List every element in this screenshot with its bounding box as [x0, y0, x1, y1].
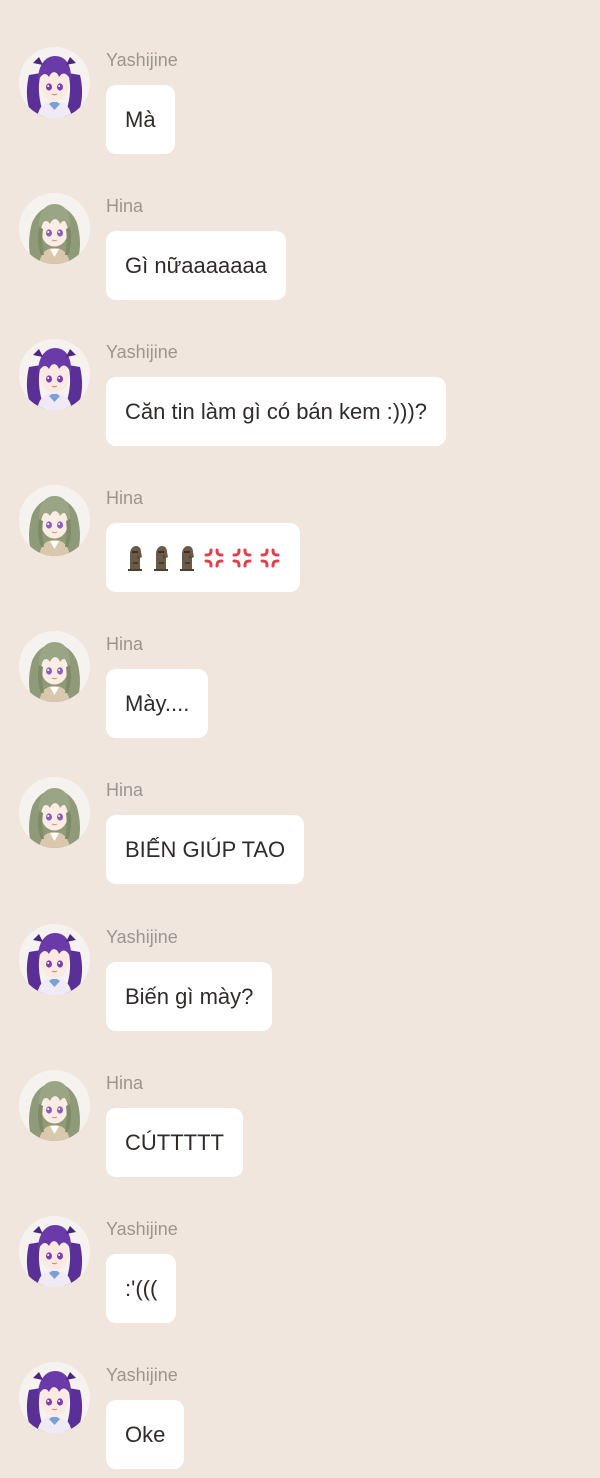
message-row: Yashijine Mà: [0, 0, 600, 154]
message-bubble[interactable]: BIẾN GIÚP TAO: [106, 815, 305, 884]
message-bubble[interactable]: :'(((: [106, 1254, 177, 1323]
sender-name: Hina: [106, 488, 144, 508]
moai-icon: [125, 545, 145, 571]
sender-name: Hina: [106, 196, 144, 216]
yashijine-avatar[interactable]: [19, 1216, 90, 1287]
message-text: Căn tin làm gì có bán kem :)))?: [125, 399, 428, 424]
message-bubble[interactable]: Mày....: [106, 669, 209, 738]
message-row: Yashijine :'(((: [0, 1169, 600, 1323]
sender-name: Yashijine: [106, 50, 178, 70]
message-row: Hina Gì nữaaaaaaa: [0, 146, 600, 300]
anger-symbol-icon: [231, 547, 253, 569]
message-text: BIẾN GIÚP TAO: [125, 837, 286, 862]
message-text: Gì nữaaaaaaa: [125, 253, 267, 278]
anger-symbol-icon: [259, 547, 281, 569]
message-text: Oke: [125, 1422, 166, 1447]
yashijine-avatar[interactable]: [19, 924, 90, 995]
message-bubble[interactable]: [106, 523, 300, 592]
sender-name: Yashijine: [106, 927, 178, 947]
hina-avatar[interactable]: [19, 193, 90, 264]
sender-name: Yashijine: [106, 1365, 178, 1385]
message-text: Biến gì mày?: [125, 984, 254, 1009]
sender-name: Hina: [106, 634, 144, 654]
message-row: Yashijine Căn tin làm gì có bán kem :)))?: [0, 292, 600, 446]
yashijine-avatar[interactable]: [19, 339, 90, 410]
hina-avatar[interactable]: [19, 485, 90, 556]
yashijine-avatar[interactable]: [19, 47, 90, 118]
anger-symbol-icon: [203, 547, 225, 569]
sender-name: Hina: [106, 1073, 144, 1093]
message-bubble[interactable]: CÚTTTTT: [106, 1108, 243, 1177]
hina-avatar[interactable]: [19, 631, 90, 702]
sender-name: Hina: [106, 780, 144, 800]
message-row: Hina BIẾN GIÚP TAO: [0, 730, 600, 884]
message-bubble[interactable]: Biến gì mày?: [106, 962, 273, 1031]
yashijine-avatar[interactable]: [19, 1362, 90, 1433]
message-row: Yashijine Oke: [0, 1315, 600, 1469]
message-bubble[interactable]: Gì nữaaaaaaa: [106, 231, 286, 300]
message-row: Hina: [0, 438, 600, 592]
message-text: CÚTTTTT: [125, 1130, 224, 1155]
message-row: Hina Mày....: [0, 584, 600, 738]
hina-avatar[interactable]: [19, 1070, 90, 1141]
message-bubble[interactable]: Mà: [106, 85, 175, 154]
message-row: Yashijine Biến gì mày?: [0, 877, 600, 1031]
message-text: :'(((: [125, 1276, 158, 1301]
message-text: Mày....: [125, 691, 190, 716]
sender-name: Yashijine: [106, 1219, 178, 1239]
message-bubble[interactable]: Căn tin làm gì có bán kem :)))?: [106, 377, 447, 446]
message-bubble[interactable]: Oke: [106, 1400, 185, 1469]
sender-name: Yashijine: [106, 342, 178, 362]
hina-avatar[interactable]: [19, 777, 90, 848]
emoji-sequence: [125, 523, 281, 592]
message-row: Hina CÚTTTTT: [0, 1023, 600, 1177]
moai-icon: [177, 545, 197, 571]
moai-icon: [151, 545, 171, 571]
chat-thread: Yashijine Mà Hina Gì nữaaaaaaa Yashijine…: [0, 0, 600, 1478]
message-text: Mà: [125, 107, 156, 132]
